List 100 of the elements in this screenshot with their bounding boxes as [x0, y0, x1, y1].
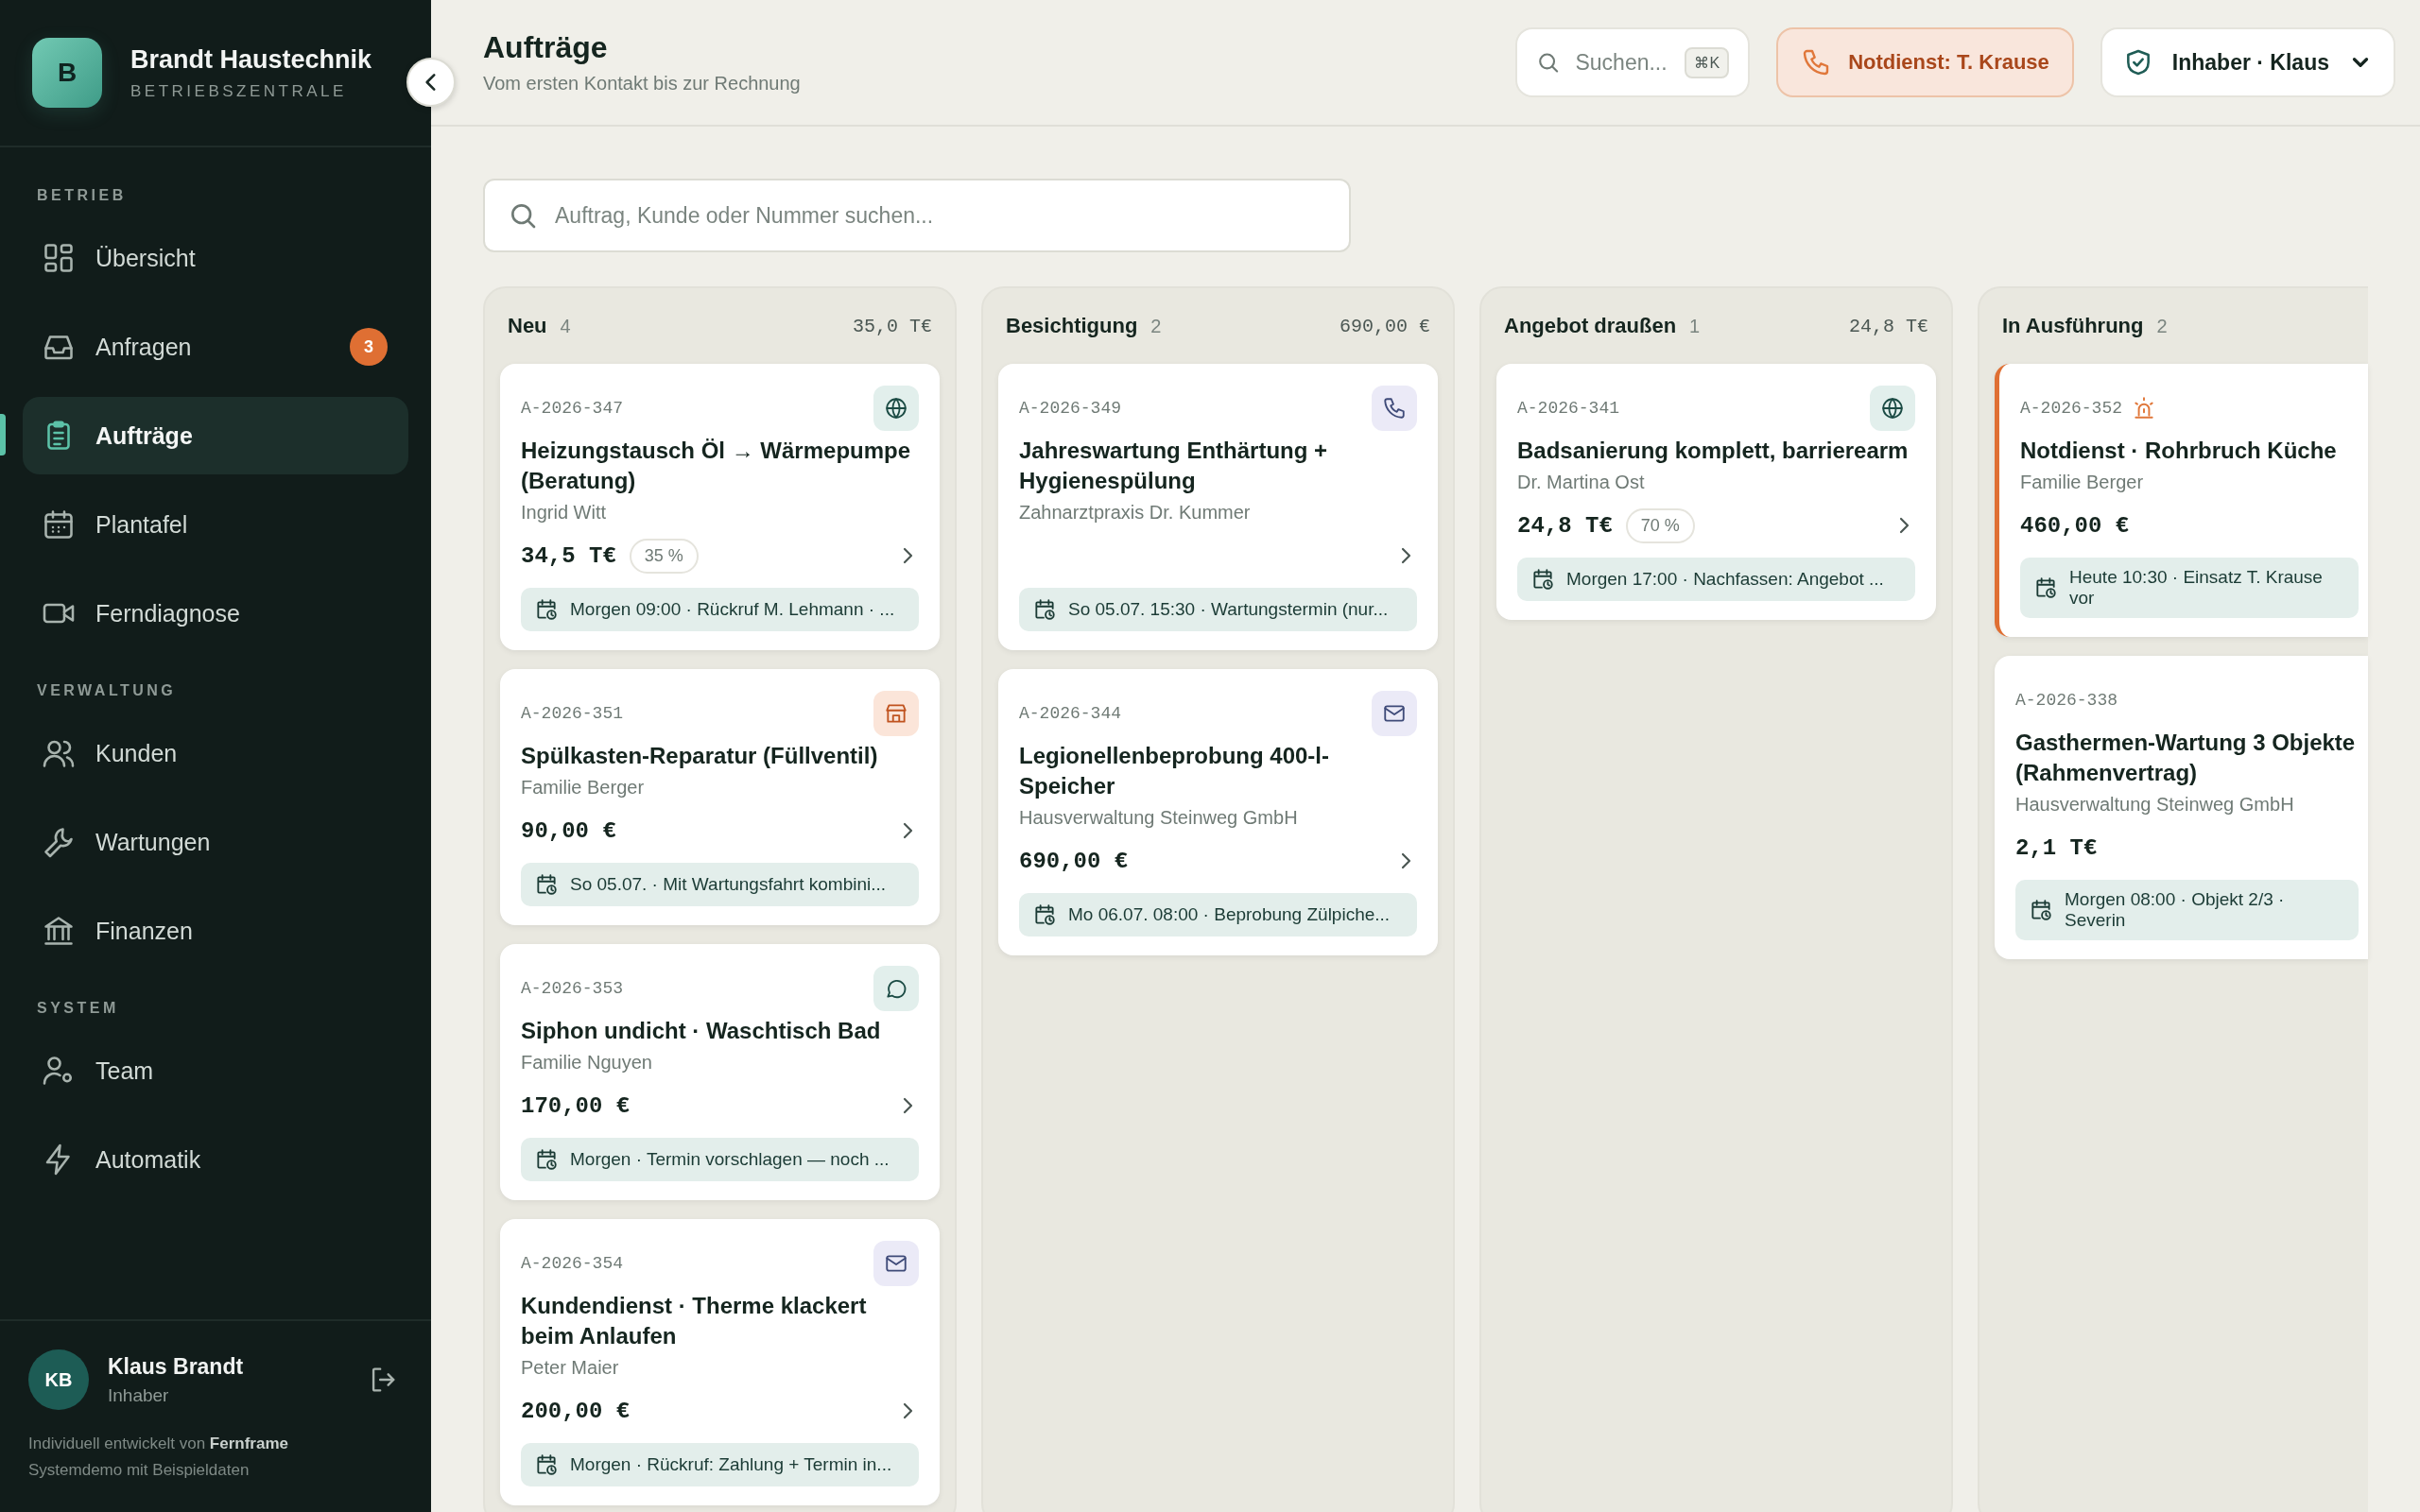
- grid-icon: [42, 241, 76, 275]
- column-count: 1: [1689, 315, 1701, 337]
- calendar-clock-icon: [1032, 902, 1057, 927]
- customer-name: Ingrid Witt: [521, 502, 608, 524]
- nav-item[interactable]: Aufträge: [23, 397, 408, 474]
- nav-item[interactable]: Übersicht: [23, 219, 408, 297]
- order-title: Spülkasten-Reparatur (Füllventil): [521, 742, 879, 770]
- order-number: A-2026-352: [2020, 399, 2123, 418]
- bank-icon: [42, 914, 76, 948]
- user-name: Klaus Brandt: [108, 1353, 245, 1380]
- search-input[interactable]: Suchen...: [1573, 48, 1672, 77]
- page-subtitle: Vom ersten Kontakt bis zur Rechnung: [483, 73, 801, 94]
- next-step-note: Morgen 09:00 · Rückruf M. Lehmann · ...: [521, 588, 919, 631]
- order-amount: 200,00 €: [521, 1398, 631, 1424]
- user-avatar: KB: [28, 1349, 89, 1410]
- active-indicator: [0, 414, 6, 455]
- nav-item[interactable]: Kunden: [23, 714, 408, 792]
- column-count: 4: [560, 315, 571, 337]
- nav-item[interactable]: Wartungen: [23, 803, 408, 881]
- nav-section-title: VERWALTUNG: [36, 681, 178, 700]
- search-box[interactable]: Suchen... ⌘K: [1515, 27, 1751, 97]
- order-card[interactable]: A-2026-347 Heizungstausch Öl → Wärmepumpe (Beratung) Ingrid Witt 34,5 T€ 35 % Morgen 09:00 · Rückruf M. Lehmann · ...: [500, 364, 940, 650]
- next-step-note: Morgen 08:00 · Objekt 2/3 · Severin: [2015, 880, 2359, 940]
- order-amount: 460,00 €: [2020, 512, 2130, 539]
- customer-name: Hausverwaltung Steinweg GmbH: [2015, 794, 2295, 816]
- next-step-note: Morgen 17:00 · Nachfassen: Angebot ...: [1517, 558, 1915, 601]
- customer-name: Familie Berger: [521, 777, 646, 799]
- column-count: 2: [2156, 315, 2168, 337]
- next-step-note: Mo 06.07. 08:00 · Beprobung Zülpiche...: [1019, 893, 1417, 936]
- order-number: A-2026-341: [1517, 399, 1620, 418]
- column-title: Besichtigung: [1006, 314, 1138, 338]
- customer-name: Peter Maier: [521, 1357, 620, 1379]
- order-title: Heizungstausch Öl → Wärmepumpe (Beratung): [521, 437, 912, 495]
- order-card[interactable]: A-2026-338 Gasthermen-Wartung 3 Objekte (Rahmenvertrag) Hausverwaltung Steinweg GmbH 2,1 T€ Morgen 08:00 · Objekt 2/3 · Severin: [1995, 656, 2368, 959]
- role-menu-button[interactable]: Inhaber · Klaus: [2100, 27, 2395, 97]
- order-number: A-2026-344: [1019, 704, 1122, 723]
- order-number: A-2026-351: [521, 704, 624, 723]
- order-search-input[interactable]: Auftrag, Kunde oder Nummer suchen...: [553, 201, 1326, 230]
- demo-note: Systemdemo mit Beispieldaten: [28, 1460, 251, 1481]
- column-title: Neu: [508, 314, 547, 338]
- nav-item[interactable]: Team: [23, 1032, 408, 1109]
- customer-name: Familie Berger: [2020, 472, 2145, 493]
- order-card[interactable]: A-2026-354 Kundendienst · Therme klackert beim Anlaufen Peter Maier 200,00 € Morgen · Rückruf: Zahlung + Termin in...: [500, 1219, 940, 1505]
- calendar-clock-icon: [534, 1452, 559, 1477]
- order-card[interactable]: A-2026-349 Jahreswartung Enthärtung + Hygienespülung Zahnarztpraxis Dr. Kummer So 05.07. 15:30 · Wartungstermin (nur...: [998, 364, 1438, 650]
- user-role: Inhaber: [108, 1384, 170, 1406]
- probability-pill: 70 %: [1625, 507, 1695, 543]
- next-step-note: So 05.07. 15:30 · Wartungstermin (nur...: [1019, 588, 1417, 631]
- order-title: Jahreswartung Enthärtung + Hygienespülung: [1019, 437, 1329, 495]
- nav-item[interactable]: Automatik: [23, 1121, 408, 1198]
- order-title: Kundendienst · Therme klackert beim Anlaufen: [521, 1292, 868, 1350]
- order-amount: 2,1 T€: [2015, 834, 2098, 861]
- order-title: Siphon undicht · Waschtisch Bad: [521, 1017, 882, 1045]
- collapse-sidebar-button[interactable]: [406, 58, 456, 107]
- company-name: Brandt Haustechnik: [130, 44, 372, 75]
- customer-name: Zahnarztpraxis Dr. Kummer: [1019, 502, 1252, 524]
- next-step-note: Heute 10:30 · Einsatz T. Krause vor: [2020, 558, 2359, 618]
- credit-text: Individuell entwickelt von Fernframe: [28, 1434, 289, 1454]
- column-title: In Ausführung: [2002, 314, 2144, 338]
- page-title: Aufträge: [483, 30, 609, 65]
- order-title: Gasthermen-Wartung 3 Objekte (Rahmenvertrag): [2015, 729, 2357, 787]
- order-number: A-2026-349: [1019, 399, 1122, 418]
- calendar-clock-icon: [1032, 597, 1057, 622]
- order-title: Badsanierung komplett, barrierearm: [1517, 437, 1910, 465]
- order-card[interactable]: A-2026-341 Badsanierung komplett, barrierearm Dr. Martina Ost 24,8 T€ 70 % Morgen 17:00 · Nachfassen: Angebot ...: [1496, 364, 1936, 620]
- emergency-button[interactable]: Notdienst: T. Krause: [1776, 27, 2074, 97]
- order-amount: 90,00 €: [521, 817, 616, 844]
- next-step-note: Morgen · Rückruf: Zahlung + Termin in...: [521, 1443, 919, 1486]
- order-amount: 34,5 T€: [521, 542, 616, 569]
- order-number: A-2026-347: [521, 399, 624, 418]
- order-amount: 24,8 T€: [1517, 512, 1613, 539]
- next-step-note: So 05.07. · Mit Wartungsfahrt kombini...: [521, 863, 919, 906]
- order-title: Legionellenbeprobung 400-l-Speicher: [1019, 742, 1331, 800]
- customer-name: Hausverwaltung Steinweg GmbH: [1019, 807, 1299, 829]
- column-title: Angebot draußen: [1504, 314, 1677, 338]
- nav-item[interactable]: Finanzen: [23, 892, 408, 970]
- calendar-clock-icon: [534, 1147, 559, 1172]
- shortcut-hint: ⌘K: [1685, 46, 1730, 78]
- wrench-icon: [42, 825, 76, 859]
- order-card[interactable]: A-2026-344 Legionellenbeprobung 400-l-Speicher Hausverwaltung Steinweg GmbH 690,00 € Mo 06.07. 08:00 · Beprobung Zülpiche...: [998, 669, 1438, 955]
- order-search-box[interactable]: Auftrag, Kunde oder Nummer suchen...: [483, 179, 1351, 252]
- order-card[interactable]: A-2026-352 Notdienst · Rohrbruch Küche Familie Berger 460,00 € Heute 10:30 · Einsatz T. Krause vor: [1995, 364, 2368, 637]
- order-number: A-2026-354: [521, 1254, 624, 1273]
- calendar-clock-icon: [534, 597, 559, 622]
- order-card[interactable]: A-2026-351 Spülkasten-Reparatur (Füllventil) Familie Berger 90,00 € So 05.07. · Mit Wartungsfahrt kombini...: [500, 669, 940, 925]
- calendar-clock-icon: [534, 872, 559, 897]
- nav-section-title: BETRIEB: [36, 186, 128, 205]
- order-title: Notdienst · Rohrbruch Küche: [2020, 437, 2338, 465]
- nav-item[interactable]: Plantafel: [23, 486, 408, 563]
- order-card[interactable]: A-2026-353 Siphon undicht · Waschtisch Bad Familie Nguyen 170,00 € Morgen · Termin vorschlagen — noch ...: [500, 944, 940, 1200]
- next-step-note: Morgen · Termin vorschlagen — noch ...: [521, 1138, 919, 1181]
- nav-item[interactable]: Ferndiagnose: [23, 575, 408, 652]
- calendar-clock-icon: [2033, 576, 2058, 600]
- order-amount: 690,00 €: [1019, 848, 1129, 874]
- company-subtitle: BETRIEBSZENTRALE: [130, 81, 348, 101]
- column-count: 2: [1150, 315, 1162, 337]
- column-total: 24,8 T€: [1849, 315, 1928, 337]
- calendar-icon: [42, 507, 76, 541]
- nav-item[interactable]: Anfragen 3: [23, 308, 408, 386]
- order-number: A-2026-338: [2015, 691, 2118, 710]
